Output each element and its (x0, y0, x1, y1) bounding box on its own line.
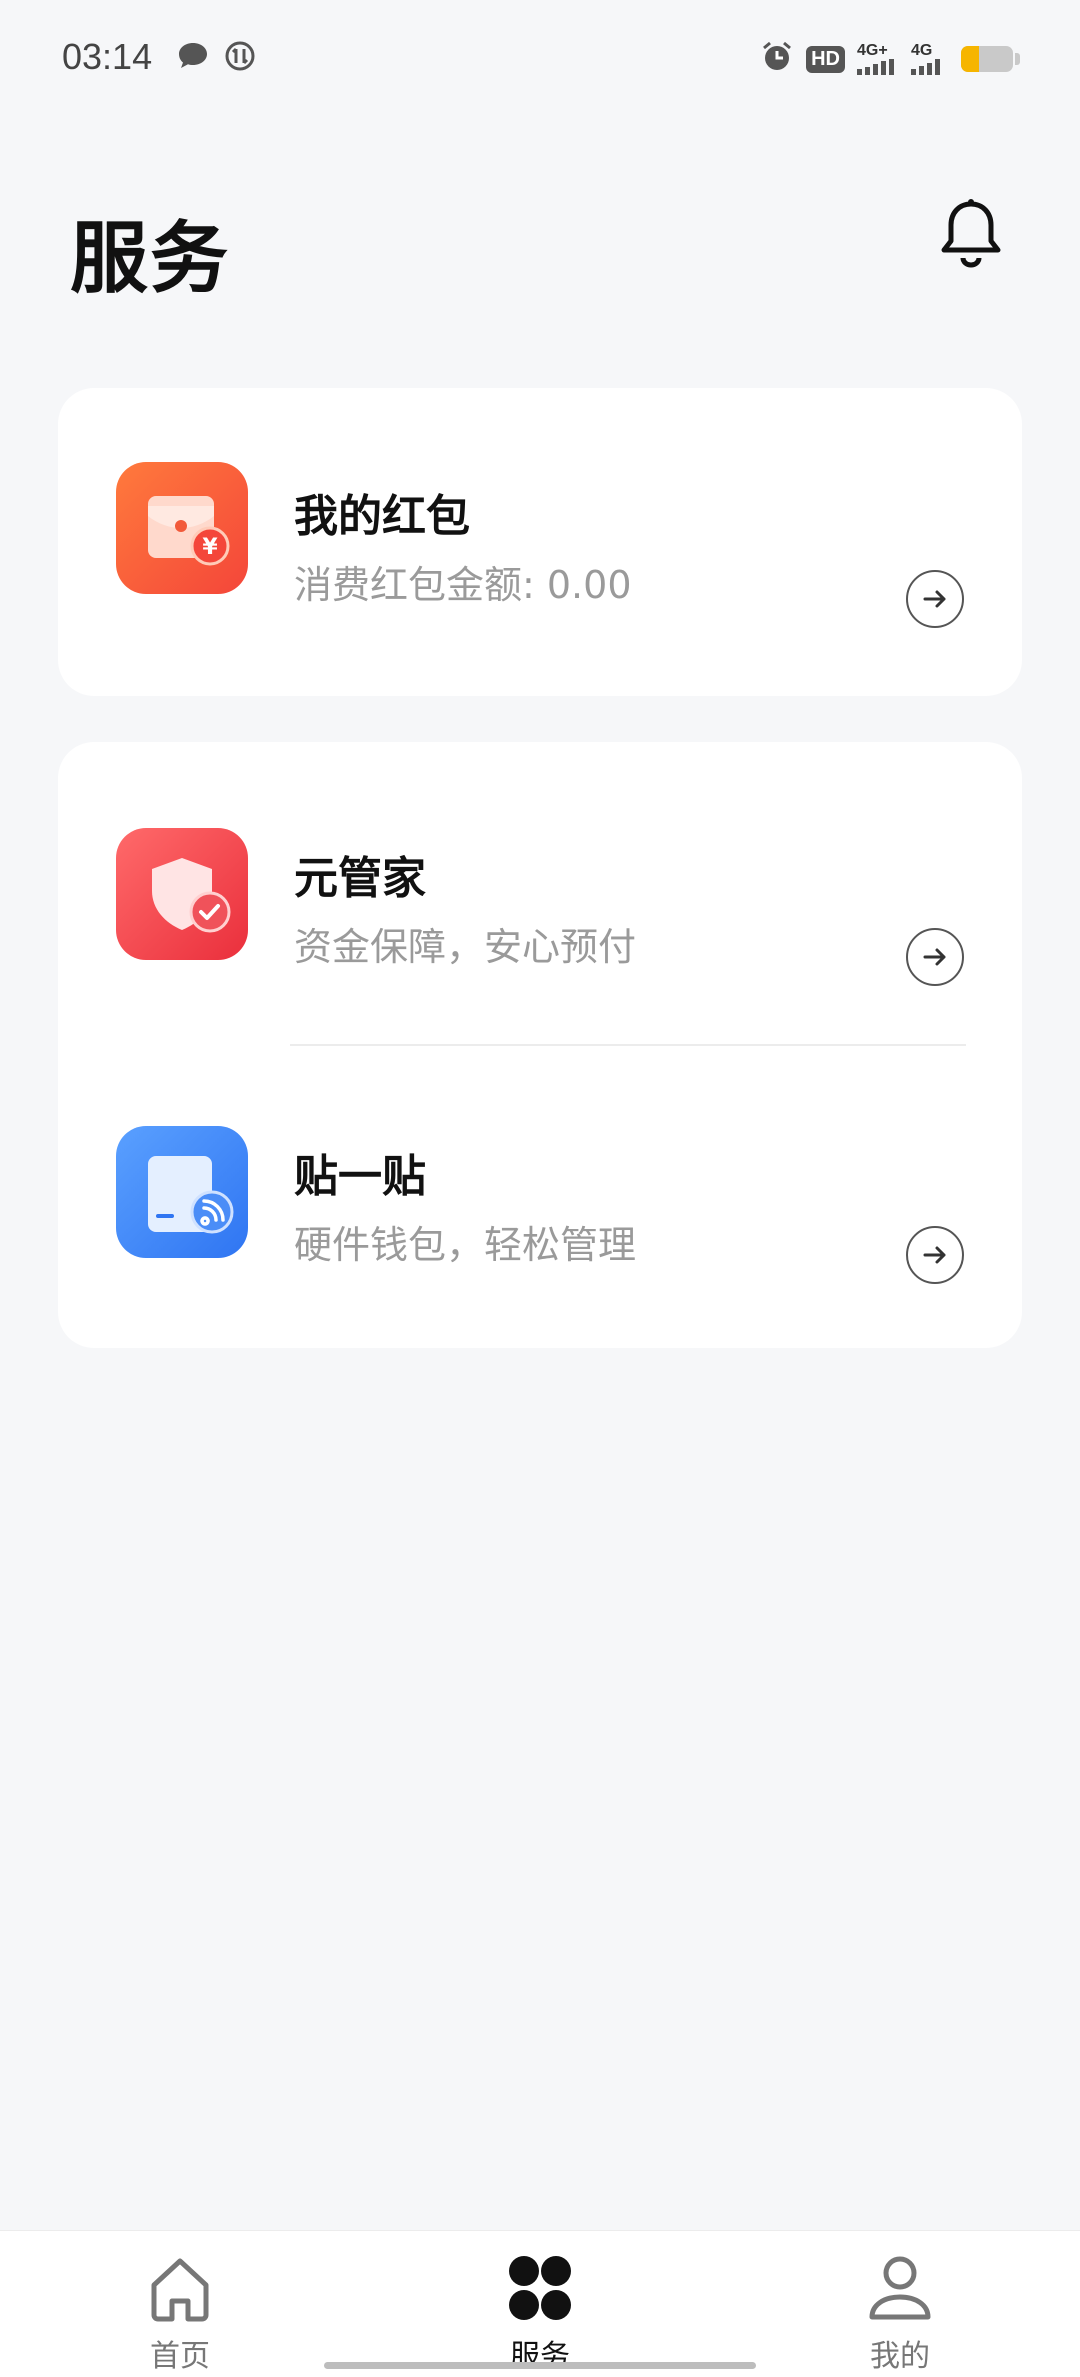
nfc-card-icon (116, 1126, 248, 1258)
status-time: 03:14 (62, 36, 153, 77)
tieyitie-title: 贴一贴 (294, 1151, 426, 1202)
nav-item-me[interactable]: 我的 (800, 2231, 1000, 2377)
net1-label: 4G+ (857, 42, 888, 59)
arrow-right-icon (923, 590, 946, 608)
status-left-icons (176, 40, 256, 76)
home-icon (151, 2258, 209, 2322)
hongbao-arrow-button[interactable] (906, 570, 964, 628)
net2-label: 4G (911, 42, 933, 59)
hd-badge: HD (806, 45, 845, 73)
battery-tip (1015, 53, 1020, 65)
hongbao-title: 我的红包 (294, 491, 470, 542)
battery-fill (961, 46, 980, 72)
shield-check-icon (116, 828, 248, 960)
chat-bubble-icon (176, 40, 210, 76)
alarm-icon (760, 40, 794, 78)
signal-4g-plus-icon: 4G+ (857, 43, 899, 75)
tieyitie-arrow-button[interactable] (906, 1226, 964, 1284)
yuanguanjia-subtitle: 资金保障，安心预付 (294, 925, 637, 969)
home-indicator[interactable] (324, 2362, 756, 2369)
battery-icon (961, 46, 1013, 72)
arrow-right-icon (923, 948, 946, 966)
tieyitie-row[interactable]: 贴一贴 硬件钱包，轻松管理 (58, 1098, 1022, 1298)
services-card: 元管家 资金保障，安心预付 贴一贴 硬件钱包，轻松管理 (58, 742, 1022, 1348)
status-right-icons: HD 4G+ 4G (760, 40, 1020, 78)
grid-icon (509, 2256, 571, 2320)
signal-4g-icon: 4G (911, 43, 949, 75)
bottom-nav: 首页 服务 我的 (0, 2230, 1080, 2377)
bell-icon[interactable] (938, 198, 1004, 270)
nav-label-home: 首页 (150, 2339, 210, 2374)
nav-label-me: 我的 (870, 2339, 930, 2374)
person-icon (869, 2256, 931, 2320)
page-title: 服务 (70, 214, 231, 304)
data-saver-icon (224, 40, 256, 76)
arrow-right-icon (923, 1246, 946, 1264)
hongbao-card[interactable]: ¥ 我的红包 消费红包金额: 0.00 (58, 388, 1022, 696)
svg-text:¥: ¥ (202, 535, 218, 560)
nav-item-services[interactable]: 服务 (440, 2231, 640, 2377)
nav-item-home[interactable]: 首页 (80, 2231, 280, 2377)
yuanguanjia-row[interactable]: 元管家 资金保障，安心预付 (58, 800, 1022, 1000)
tieyitie-subtitle: 硬件钱包，轻松管理 (294, 1223, 637, 1267)
hongbao-row[interactable]: ¥ 我的红包 消费红包金额: 0.00 (58, 442, 1022, 642)
status-bar: 03:14 HD 4G+ 4G (0, 0, 1080, 120)
yuanguanjia-arrow-button[interactable] (906, 928, 964, 986)
divider (290, 1044, 966, 1046)
hongbao-subtitle: 消费红包金额: 0.00 (294, 563, 632, 607)
red-envelope-icon: ¥ (116, 462, 248, 594)
yuanguanjia-title: 元管家 (294, 853, 426, 904)
